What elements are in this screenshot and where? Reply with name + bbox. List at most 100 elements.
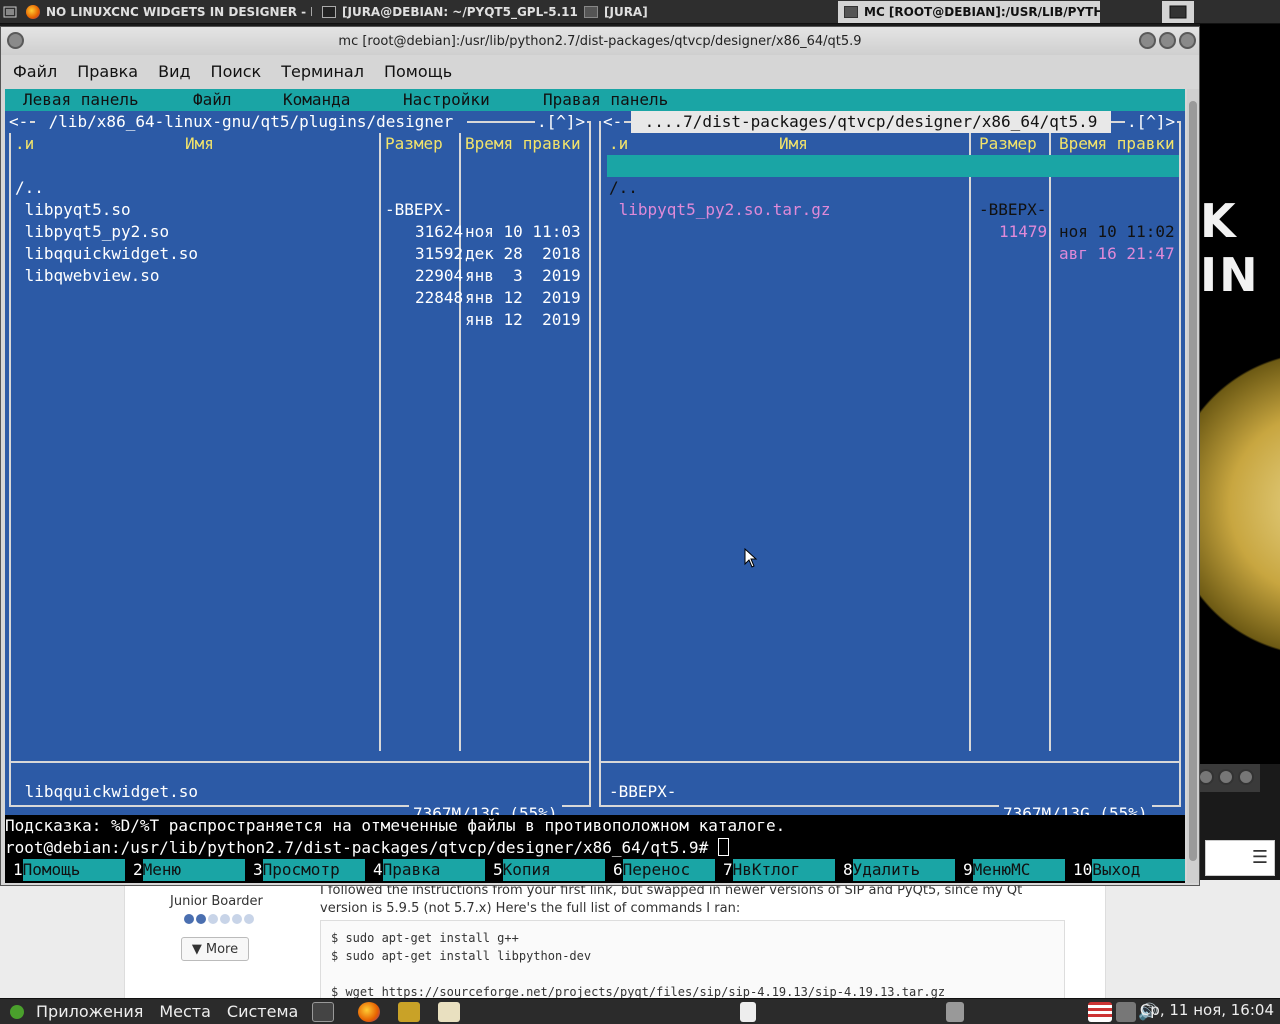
fkey-copy[interactable]: 5 Копия bbox=[485, 859, 605, 881]
panel-info: libqquickwidget.so bbox=[15, 782, 199, 801]
fkey-number: 1 bbox=[5, 859, 23, 881]
terminal-area[interactable]: Левая панель Файл Команда Настройки Прав… bbox=[5, 89, 1185, 883]
task-firefox[interactable]: NO LINUXCNC WIDGETS IN DESIGNER - PAG... bbox=[20, 1, 312, 23]
mc-hint-line: Подсказка: %D/%T распространяется на отм… bbox=[5, 815, 1185, 837]
header-size[interactable]: Размер bbox=[979, 133, 1037, 155]
fkey-label: Копия bbox=[502, 859, 605, 881]
window-title: mc [root@debian]:/usr/lib/python2.7/dist… bbox=[338, 33, 862, 49]
terminal-icon bbox=[322, 5, 336, 18]
firefox-launcher-icon[interactable] bbox=[358, 1001, 381, 1022]
mc-menu-settings[interactable]: Настройки bbox=[403, 89, 490, 111]
mc-menu-left-panel[interactable]: Левая панель bbox=[23, 89, 139, 111]
terminal-launcher-icon[interactable] bbox=[312, 1001, 335, 1022]
window-menu-button[interactable] bbox=[7, 32, 24, 49]
fkey-mkdir[interactable]: 7 НвКтлог bbox=[715, 859, 835, 881]
panel-info: -ВВЕРХ- bbox=[609, 782, 677, 801]
fkey-label: Удалить bbox=[852, 859, 955, 881]
start-icon[interactable] bbox=[10, 1004, 24, 1019]
more-button[interactable]: ▼ More bbox=[181, 937, 249, 961]
window-button[interactable] bbox=[1198, 769, 1214, 785]
fkey-menu[interactable]: 2 Меню bbox=[125, 859, 245, 881]
file-row[interactable]: libqquickwidget.so 22904 янв 12 2019 bbox=[15, 221, 585, 307]
scrollbar-thumb[interactable] bbox=[1189, 101, 1197, 861]
file-row-selected[interactable]: /.. -ВВЕРХ- ноя 10 11:02 bbox=[607, 155, 1179, 241]
clock[interactable]: Ср, 11 ноя, 16:04 bbox=[1140, 1001, 1274, 1019]
panel-corner-left[interactable]: <- bbox=[601, 111, 625, 133]
fkey-number: 3 bbox=[245, 859, 263, 881]
desktop-icon[interactable] bbox=[0, 4, 20, 20]
fkey-exit[interactable]: 10 Выход bbox=[1065, 859, 1185, 881]
task-folder-jura[interactable]: [JURA] bbox=[578, 1, 838, 23]
header-mtime[interactable]: Время правки bbox=[465, 133, 581, 155]
menu-edit[interactable]: Правка bbox=[67, 62, 148, 81]
menu-system[interactable]: Система bbox=[219, 1002, 306, 1021]
terminal-icon bbox=[844, 5, 858, 18]
fkey-delete[interactable]: 8 Удалить bbox=[835, 859, 955, 881]
show-desktop-button[interactable] bbox=[1162, 1, 1194, 23]
text-editor-launcher-icon[interactable] bbox=[438, 1001, 461, 1022]
window-list-icon[interactable] bbox=[740, 1002, 756, 1022]
background-toolbar: ☰ bbox=[1205, 840, 1275, 876]
fkey-help[interactable]: 1 Помощь bbox=[5, 859, 125, 881]
fkey-view[interactable]: 3 Просмотр bbox=[245, 859, 365, 881]
file-row[interactable]: libpyqt5_py2.so 31592 янв 3 2019 bbox=[15, 199, 585, 285]
minimize-button[interactable] bbox=[1139, 32, 1156, 49]
file-size: 22848 bbox=[415, 288, 464, 307]
mouse-pointer-icon bbox=[744, 548, 758, 568]
window-button[interactable] bbox=[1238, 769, 1254, 785]
header-sort[interactable]: .и bbox=[609, 133, 628, 155]
fkey-user-menu[interactable]: 9 МенюMC bbox=[955, 859, 1065, 881]
fkey-label: Просмотр bbox=[262, 859, 365, 881]
menu-view[interactable]: Вид bbox=[148, 62, 200, 81]
file-row[interactable]: libpyqt5_py2.so.tar.gz 11479 авг 16 21:4… bbox=[607, 177, 1179, 263]
header-size[interactable]: Размер bbox=[385, 133, 443, 155]
task-label: MC [ROOT@DEBIAN]:/USR/LIB/PYTHON2.... bbox=[864, 4, 1100, 19]
top-taskbar: NO LINUXCNC WIDGETS IN DESIGNER - PAG...… bbox=[0, 0, 1280, 24]
panel-corner-right[interactable]: .[^]> bbox=[535, 111, 588, 133]
menu-applications[interactable]: Приложения bbox=[28, 1002, 151, 1021]
fkey-move[interactable]: 6 Перенос bbox=[605, 859, 715, 881]
column-divider bbox=[1049, 121, 1051, 751]
menu-places[interactable]: Места bbox=[151, 1002, 219, 1021]
background-banner-text: K IN bbox=[1200, 194, 1260, 302]
file-row[interactable]: libqwebview.so 22848 янв 12 2019 bbox=[15, 243, 585, 329]
file-size: 11479 bbox=[999, 222, 1048, 241]
fkey-label: Меню bbox=[142, 859, 245, 881]
terminal-window: mc [root@debian]:/usr/lib/python2.7/dist… bbox=[0, 26, 1200, 886]
header-sort[interactable]: .и bbox=[15, 133, 34, 155]
rank-dots bbox=[184, 914, 254, 924]
close-button[interactable] bbox=[1179, 32, 1196, 49]
fkey-edit[interactable]: 4 Правка bbox=[365, 859, 485, 881]
file-row[interactable]: /.. -ВВЕРХ- ноя 10 11:03 bbox=[15, 155, 585, 241]
terminal-scrollbar[interactable] bbox=[1187, 89, 1199, 883]
installer-launcher-icon[interactable] bbox=[398, 1001, 421, 1022]
shell-prompt[interactable]: root@debian:/usr/lib/python2.7/dist-pack… bbox=[5, 837, 1185, 859]
menu-file[interactable]: Файл bbox=[1, 62, 67, 81]
window-titlebar[interactable]: mc [root@debian]:/usr/lib/python2.7/dist… bbox=[1, 27, 1199, 55]
background-window-titlebar bbox=[1192, 764, 1260, 792]
header-mtime[interactable]: Время правки bbox=[1059, 133, 1175, 155]
mc-menu-command[interactable]: Команда bbox=[283, 89, 350, 111]
mc-menu-right-panel[interactable]: Правая панель bbox=[543, 89, 668, 111]
hamburger-menu-icon[interactable]: ☰ bbox=[1252, 847, 1268, 868]
left-panel[interactable]: <- /lib/x86_64-linux-gnu/qt5/plugins/des… bbox=[5, 111, 595, 825]
task-mc[interactable]: MC [ROOT@DEBIAN]:/USR/LIB/PYTHON2.... bbox=[838, 0, 1100, 23]
panel-corner-right[interactable]: .[^]> bbox=[1125, 111, 1178, 133]
right-panel[interactable]: <- ....7/dist-packages/qtvcp/designer/x8… bbox=[595, 111, 1185, 825]
task-terminal-pyqt[interactable]: [JURA@DEBIAN: ~/PYQT5_GPL-5.11.3] bbox=[316, 1, 578, 23]
network-icon[interactable] bbox=[1116, 1002, 1136, 1022]
fkey-label: Помощь bbox=[22, 859, 125, 881]
panel-corner-left[interactable]: <- bbox=[7, 111, 31, 133]
menu-search[interactable]: Поиск bbox=[201, 62, 272, 81]
header-name[interactable]: Имя bbox=[185, 133, 214, 155]
maximize-button[interactable] bbox=[1159, 32, 1176, 49]
header-name[interactable]: Имя bbox=[779, 133, 808, 155]
keyboard-layout-flag-icon[interactable] bbox=[1088, 1002, 1112, 1022]
file-row[interactable]: libpyqt5.so 31624 дек 28 2018 bbox=[15, 177, 585, 263]
menu-terminal[interactable]: Терминал bbox=[271, 62, 374, 81]
menu-help[interactable]: Помощь bbox=[374, 62, 462, 81]
fkey-label: НвКтлог bbox=[732, 859, 835, 881]
mc-menu-file[interactable]: Файл bbox=[193, 89, 232, 111]
window-button[interactable] bbox=[1218, 769, 1234, 785]
trash-icon[interactable] bbox=[946, 1002, 964, 1022]
